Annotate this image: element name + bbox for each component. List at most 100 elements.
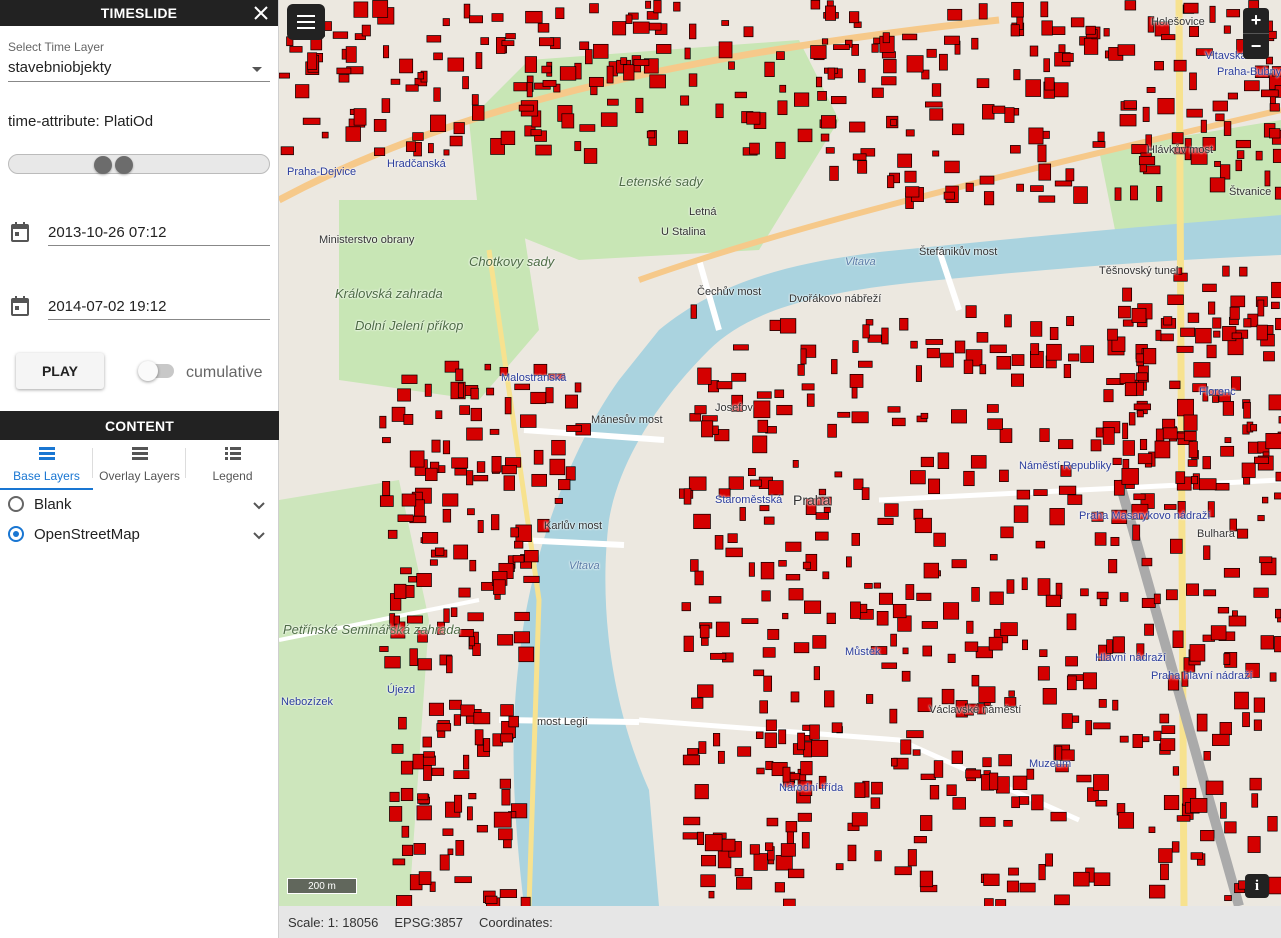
close-icon[interactable] xyxy=(250,2,272,24)
building-footprint xyxy=(825,147,835,154)
building-footprint xyxy=(454,468,467,476)
building-footprint xyxy=(353,1,369,18)
building-footprint xyxy=(1119,114,1137,127)
building-footprint xyxy=(778,560,787,567)
building-footprint xyxy=(877,517,894,525)
building-footprint xyxy=(379,646,389,652)
building-footprint xyxy=(824,690,835,708)
building-footprint xyxy=(774,882,785,893)
slider-handle-min[interactable] xyxy=(93,156,112,174)
building-footprint xyxy=(768,480,784,496)
tab-overlay-layers[interactable]: Overlay Layers xyxy=(93,440,186,490)
building-footprint xyxy=(409,648,418,667)
building-footprint xyxy=(1041,20,1053,36)
building-footprint xyxy=(1004,107,1015,123)
building-footprint xyxy=(759,700,768,714)
building-footprint xyxy=(514,383,531,391)
building-footprint xyxy=(952,797,966,810)
map-canvas[interactable]: Holešovice Vltavská Praha-Bubny / Vltavs… xyxy=(279,0,1281,906)
tab-legend[interactable]: Legend xyxy=(186,440,279,490)
building-footprint xyxy=(1190,852,1203,860)
building-footprint xyxy=(1022,639,1029,651)
zoom-out-button[interactable]: − xyxy=(1243,33,1269,59)
building-footprint xyxy=(1030,343,1040,355)
building-footprint xyxy=(813,666,820,681)
building-footprint xyxy=(1155,428,1165,442)
building-footprint xyxy=(759,505,770,512)
building-footprint xyxy=(1135,353,1144,363)
time-layer-select[interactable]: stavebniobjekty xyxy=(8,56,270,82)
building-footprint xyxy=(931,83,942,97)
building-footprint xyxy=(1231,332,1242,340)
chevron-down-icon[interactable] xyxy=(252,528,266,545)
start-date-input[interactable]: 2013-10-26 07:12 xyxy=(48,218,270,246)
building-footprint xyxy=(710,652,727,660)
building-footprint xyxy=(890,757,898,767)
building-footprint xyxy=(1067,494,1083,505)
map-label: Hlávkův most xyxy=(1147,144,1214,156)
building-footprint xyxy=(422,736,432,748)
building-footprint xyxy=(1037,144,1047,163)
building-footprint xyxy=(1076,774,1092,783)
end-date-input[interactable]: 2014-07-02 19:12 xyxy=(48,292,270,320)
building-footprint xyxy=(1263,351,1275,362)
map-label: Hradčanská xyxy=(387,158,446,170)
layer-item-blank[interactable]: Blank xyxy=(8,492,270,516)
radio-button[interactable] xyxy=(8,526,24,542)
building-footprint xyxy=(887,175,895,189)
radio-button[interactable] xyxy=(8,496,24,512)
building-footprint xyxy=(1170,538,1183,554)
building-footprint xyxy=(382,45,390,59)
time-range-slider[interactable] xyxy=(8,154,270,174)
play-button[interactable]: PLAY xyxy=(16,353,104,389)
building-footprint xyxy=(422,532,439,544)
building-footprint xyxy=(1085,720,1093,736)
layer-item-openstreetmap[interactable]: OpenStreetMap xyxy=(8,522,270,546)
building-footprint xyxy=(635,97,644,114)
building-footprint xyxy=(873,582,881,589)
chevron-down-icon[interactable] xyxy=(252,498,266,515)
building-footprint xyxy=(902,647,909,655)
calendar-icon[interactable] xyxy=(10,295,30,322)
calendar-icon[interactable] xyxy=(10,221,30,248)
building-footprint xyxy=(564,394,578,409)
content-header: CONTENT xyxy=(0,411,279,440)
building-footprint xyxy=(1159,713,1170,724)
building-footprint xyxy=(524,56,537,73)
building-footprint xyxy=(1237,528,1249,539)
building-footprint xyxy=(999,428,1013,443)
building-footprint xyxy=(1066,316,1075,327)
building-footprint xyxy=(1217,606,1230,614)
building-footprint xyxy=(932,150,940,157)
slider-handle-max[interactable] xyxy=(115,156,134,174)
building-footprint xyxy=(1230,295,1246,308)
building-footprint xyxy=(913,836,927,844)
building-footprint xyxy=(555,7,565,20)
map-label: U Stalina xyxy=(661,226,706,238)
cumulative-toggle[interactable] xyxy=(138,361,174,381)
building-footprint xyxy=(1138,156,1156,166)
building-footprint xyxy=(849,373,864,388)
building-footprint xyxy=(462,76,469,90)
tab-base-layers[interactable]: Base Layers xyxy=(0,440,93,490)
info-icon[interactable]: i xyxy=(1245,874,1269,898)
building-footprint xyxy=(1118,812,1135,829)
building-footprint xyxy=(736,877,753,890)
building-footprint xyxy=(1093,774,1109,791)
building-footprint xyxy=(1256,324,1268,341)
building-footprint xyxy=(554,497,563,504)
menu-button[interactable] xyxy=(287,4,325,40)
building-footprint xyxy=(435,410,443,420)
building-footprint xyxy=(397,388,411,402)
building-footprint xyxy=(713,733,721,747)
tab-label: Overlay Layers xyxy=(99,469,180,483)
building-footprint xyxy=(442,440,451,455)
building-footprint xyxy=(1038,864,1046,881)
zoom-in-button[interactable]: + xyxy=(1243,8,1269,33)
building-footprint xyxy=(763,675,773,692)
building-footprint xyxy=(761,590,771,602)
building-footprint xyxy=(1112,636,1125,654)
building-footprint xyxy=(737,746,752,757)
building-footprint xyxy=(923,562,940,579)
building-footprint xyxy=(1122,287,1133,302)
